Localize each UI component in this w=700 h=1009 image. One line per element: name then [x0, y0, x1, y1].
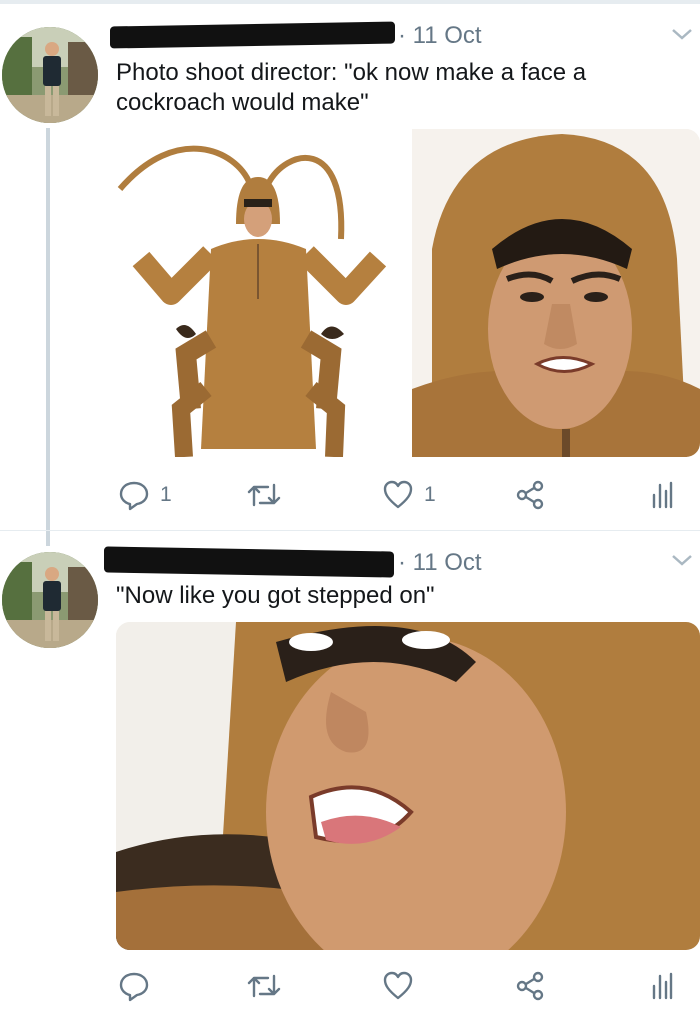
chevron-down-icon[interactable] — [670, 552, 694, 573]
retweet-icon — [246, 479, 282, 511]
reply-count: 1 — [160, 483, 172, 506]
like-icon — [382, 479, 414, 511]
tweet-text: "Now like you got stepped on" — [116, 582, 435, 609]
share-button[interactable] — [514, 966, 546, 1006]
retweet-icon — [246, 970, 282, 1002]
share-icon — [514, 970, 546, 1002]
retweet-button[interactable] — [246, 966, 292, 1006]
analytics-button[interactable] — [650, 475, 674, 515]
reply-button[interactable]: 1 — [118, 475, 172, 515]
tweet-actions: 1 1 — [116, 475, 686, 515]
reply-icon — [118, 970, 150, 1002]
retweet-button[interactable] — [246, 475, 292, 515]
redacted-username — [110, 21, 395, 49]
reply-icon — [118, 479, 150, 511]
analytics-icon — [650, 479, 674, 511]
thread-line — [46, 128, 50, 546]
like-button[interactable] — [382, 966, 424, 1006]
like-button[interactable]: 1 — [382, 475, 436, 515]
reply-button[interactable] — [118, 966, 160, 1006]
tweet-text: Photo shoot director: "ok now make a fac… — [116, 59, 587, 116]
tweet-timestamp[interactable]: · 11 Oct — [398, 22, 482, 50]
tweet-header: · 11 Oct — [104, 543, 670, 579]
chevron-down-icon[interactable] — [670, 26, 694, 47]
like-count: 1 — [424, 483, 436, 506]
top-divider — [0, 0, 700, 4]
tweet-image-face-closeup[interactable] — [412, 129, 700, 457]
avatar[interactable] — [2, 552, 98, 648]
tweet-timestamp[interactable]: · 11 Oct — [398, 549, 482, 577]
tweet-header: · 11 Oct — [110, 18, 670, 54]
tweet-divider — [0, 530, 700, 531]
analytics-icon — [650, 970, 674, 1002]
analytics-button[interactable] — [650, 966, 674, 1006]
share-icon — [514, 479, 546, 511]
avatar[interactable] — [2, 27, 98, 123]
redacted-username — [104, 546, 394, 578]
tweet-actions — [116, 966, 686, 1006]
tweet-image-costume-full[interactable] — [116, 129, 404, 457]
share-button[interactable] — [514, 475, 546, 515]
tweet-image-stepped-on[interactable] — [116, 622, 700, 950]
like-icon — [382, 970, 414, 1002]
